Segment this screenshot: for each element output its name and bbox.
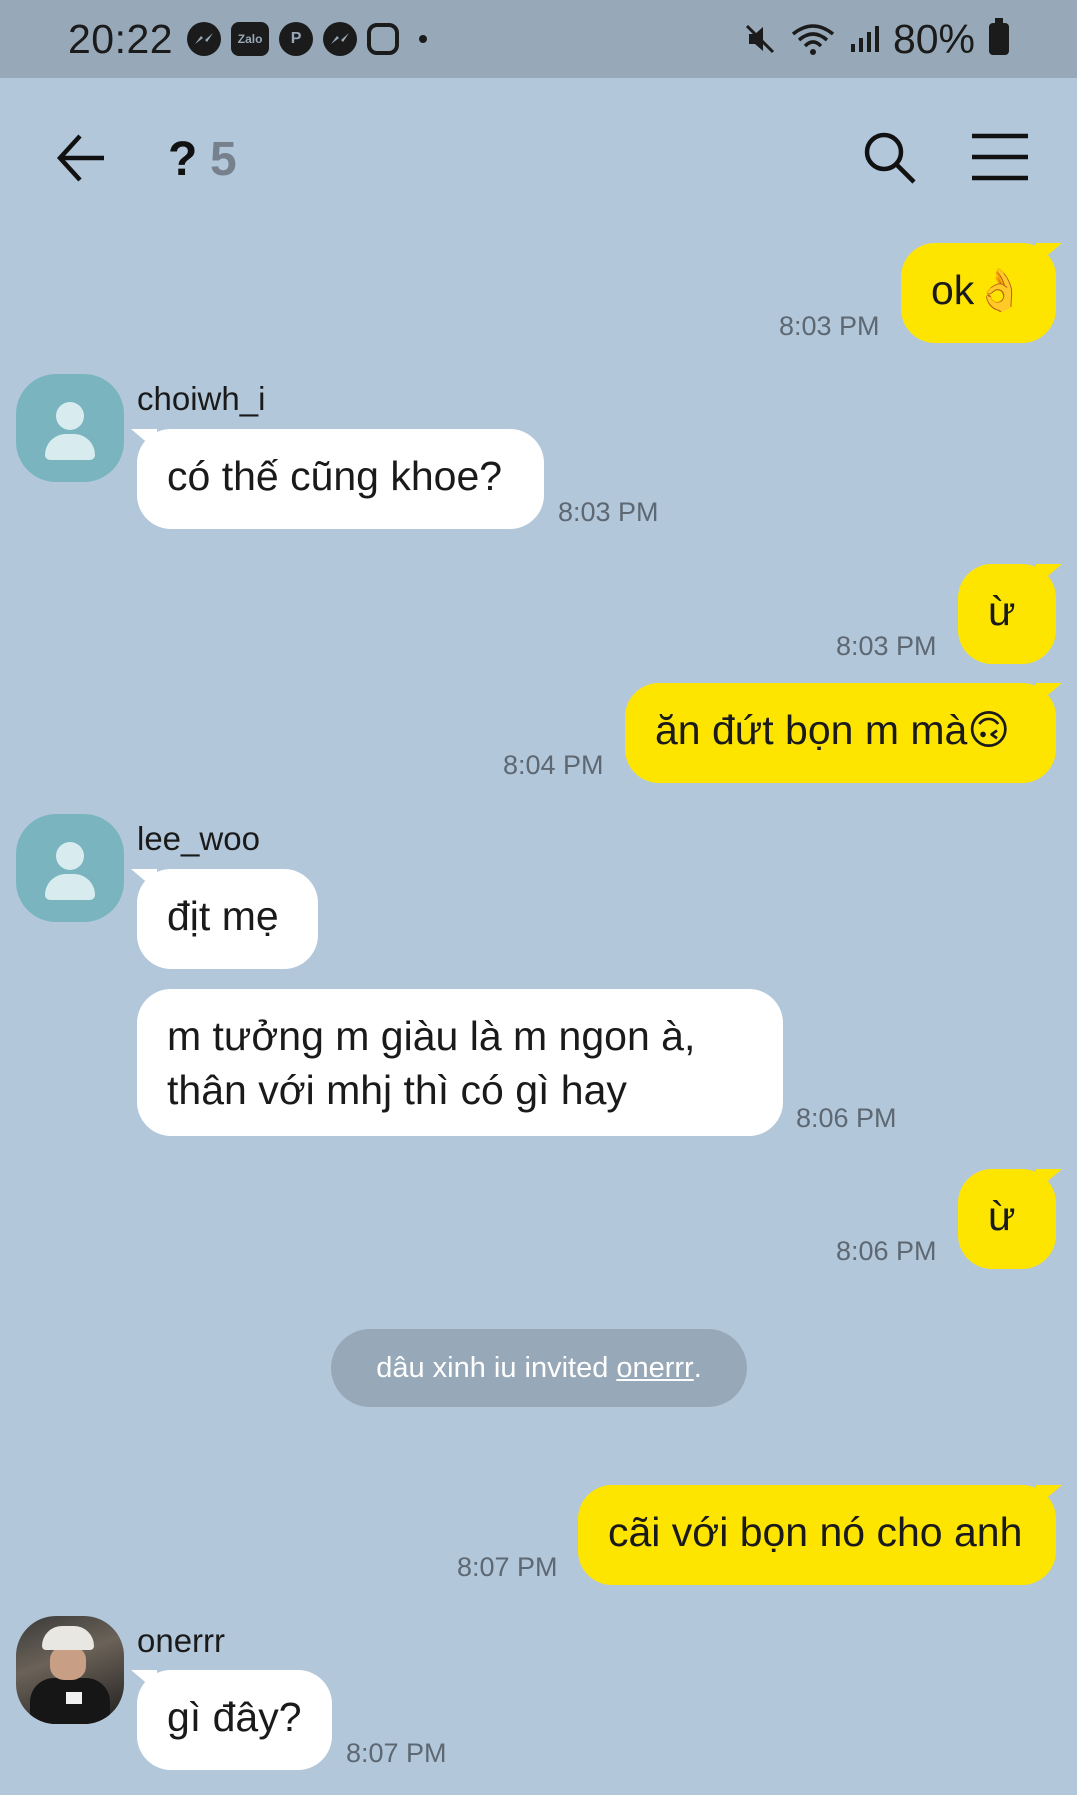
default-avatar-icon[interactable]: [16, 374, 124, 482]
message-text: ừ: [988, 1193, 1016, 1239]
message-time: 8:07 PM: [346, 1738, 447, 1768]
chat-header: ? 5: [0, 78, 1077, 238]
status-time: 20:22: [68, 15, 174, 62]
my-message-bubble[interactable]: ừ: [958, 1169, 1062, 1269]
zalo-icon: Zalo: [231, 22, 270, 56]
message-text: ừ: [988, 588, 1016, 634]
chat-title[interactable]: ?: [168, 132, 197, 187]
menu-button[interactable]: [972, 132, 1028, 182]
message-text: địt mẹ: [167, 893, 279, 939]
my-message-bubble[interactable]: ừ: [958, 564, 1062, 664]
message-time: 8:03 PM: [836, 631, 937, 661]
invited-user-link[interactable]: onerrr: [616, 1352, 693, 1385]
their-message-bubble[interactable]: có thế cũng khoe?: [131, 429, 544, 529]
battery-icon: [989, 18, 1009, 55]
message-text-line: m tưởng m giàu là m ngon à,: [167, 1013, 696, 1059]
search-icon: [864, 132, 916, 184]
profile-photo-avatar[interactable]: [16, 1616, 124, 1724]
mute-icon: [745, 24, 774, 54]
message-time: 8:06 PM: [796, 1103, 897, 1133]
message-time: 8:03 PM: [558, 497, 659, 527]
notification-icons: Zalo P: [187, 22, 428, 56]
back-button[interactable]: [52, 128, 112, 188]
my-message-bubble[interactable]: cãi với bọn nó cho anh: [578, 1485, 1062, 1585]
system-notice-suffix: .: [693, 1351, 702, 1384]
message-time: 8:06 PM: [836, 1236, 937, 1266]
message-text: ok👌: [931, 267, 1026, 313]
their-message-bubble[interactable]: gì đây?: [131, 1670, 332, 1770]
their-message-bubble[interactable]: m tưởng m giàu là m ngon à, thân với mhj…: [137, 989, 783, 1136]
search-button[interactable]: [860, 128, 920, 188]
system-notice: dâu xinh iu invited onerrr .: [331, 1329, 747, 1407]
wifi-icon: [791, 24, 835, 55]
message-text: gì đây?: [167, 1694, 302, 1740]
their-message-bubble[interactable]: địt mẹ: [131, 869, 318, 969]
message-text: cãi với bọn nó cho anh: [608, 1509, 1023, 1555]
message-time: 8:04 PM: [503, 750, 604, 780]
signal-icon: [850, 26, 879, 52]
pinterest-icon: P: [279, 22, 314, 56]
instagram-icon: [367, 23, 400, 55]
messenger-icon: [323, 22, 358, 56]
default-avatar-icon[interactable]: [16, 814, 124, 922]
message-text: ăn đứt bọn m mà🙃: [655, 707, 1011, 753]
message-text: có thế cũng khoe?: [167, 453, 503, 499]
battery-percent: 80%: [892, 15, 975, 62]
my-message-bubble[interactable]: ok👌: [901, 243, 1062, 343]
message-text-line: thân với mhj thì có gì hay: [167, 1067, 627, 1113]
more-notifications-dot: [419, 35, 428, 43]
message-time: 8:03 PM: [779, 311, 880, 341]
member-count: 5: [210, 133, 237, 186]
sender-name: onerrr: [137, 1622, 226, 1659]
sender-name: choiwh_i: [137, 380, 266, 417]
arrow-left-icon: [56, 134, 104, 182]
message-time: 8:07 PM: [457, 1552, 558, 1582]
messenger-icon: [187, 22, 222, 56]
sender-name: lee_woo: [137, 820, 260, 857]
my-message-bubble[interactable]: ăn đứt bọn m mà🙃: [625, 683, 1062, 783]
hamburger-menu-icon: [972, 133, 1028, 181]
system-notice-text: dâu xinh iu invited: [376, 1351, 609, 1384]
status-bar: 20:22 Zalo P 80%: [0, 0, 1077, 78]
